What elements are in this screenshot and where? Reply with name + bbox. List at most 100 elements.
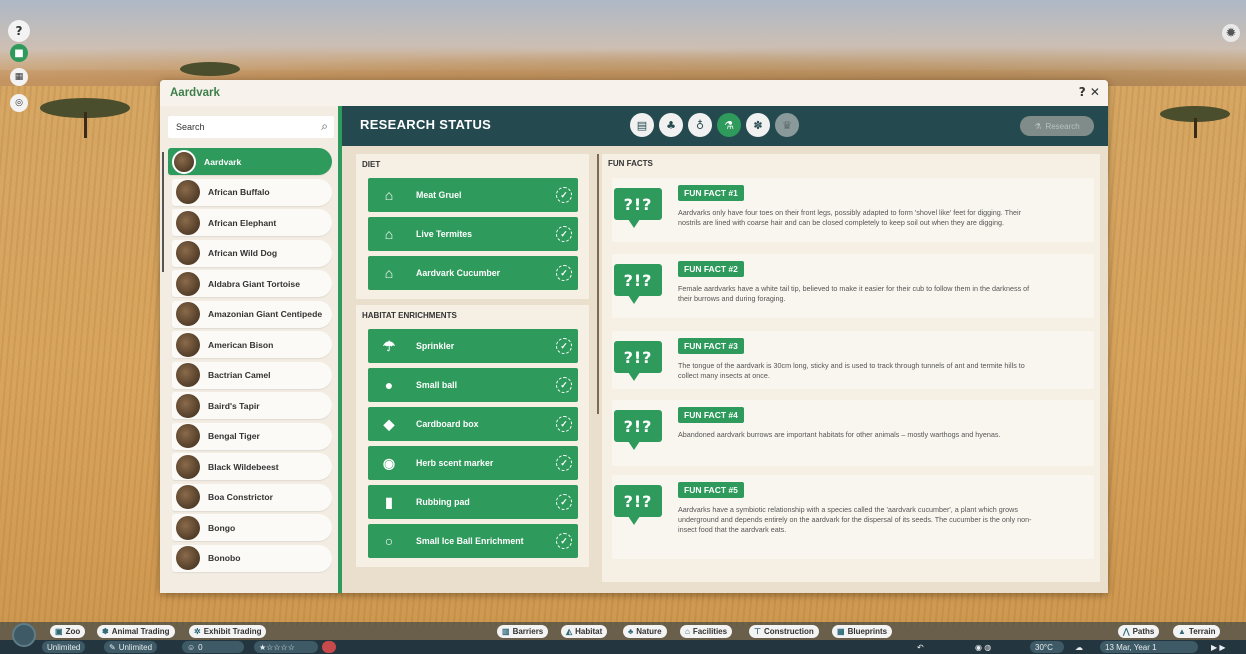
column-scrollbar[interactable] [597,154,599,414]
search-input[interactable]: Search ⌕ [168,116,334,138]
animal-list-item[interactable]: Bonobo [172,544,332,572]
item-label: Herb scent marker [416,458,494,468]
animal-list-item[interactable]: African Elephant [172,209,332,236]
blueprints-tab[interactable]: ▦ Blueprints [832,625,893,638]
enrichment-item[interactable]: ◆ Cardboard box ✓ [368,407,578,441]
research-status-title: RESEARCH STATUS [360,117,492,132]
trophy-icon[interactable]: ♛ [775,113,799,137]
animal-portrait-icon [176,393,200,418]
animal-trading-tab[interactable]: ✽ Animal Trading [97,625,175,638]
enrichment-item[interactable]: ☂ Sprinkler ✓ [368,329,578,363]
diet-item[interactable]: ⌂ Meat Gruel ✓ [368,178,578,212]
enrichment-item[interactable]: ▮ Rubbing pad ✓ [368,485,578,519]
animal-name: Aardvark [204,156,242,167]
zoopedia-window: Aardvark ? ✕ Search ⌕ Aardvark African Bu… [160,80,1108,593]
window-title: Aardvark [160,80,1108,106]
terrain-tab[interactable]: ▲ Terrain [1173,625,1221,638]
enrichment-item[interactable]: ○ Small Ice Ball Enrichment ✓ [368,524,578,558]
item-label: Rubbing pad [416,497,470,507]
animal-list-item[interactable]: Bongo [172,514,332,541]
animal-list-item[interactable]: Baird's Tapir [172,392,332,419]
settings-gear-icon[interactable]: ✹ [1222,24,1240,42]
animal-name: Bonobo [208,553,241,563]
check-icon: ✓ [556,377,572,393]
enrichment-item[interactable]: ● Small ball ✓ [368,368,578,402]
weather-icon: ☁ [1075,642,1083,652]
flask-icon[interactable]: ⚗ [717,113,741,137]
research-button[interactable]: ⚗ Research [1020,116,1094,136]
animal-list-item[interactable]: Bengal Tiger [172,422,332,450]
barriers-tab[interactable]: ▥ Barriers [497,625,549,638]
help-icon[interactable]: ? [8,20,30,42]
facilities-label: Facilities [692,627,728,636]
animal-portrait-icon [172,149,196,174]
animal-trading-label: Animal Trading [111,627,170,636]
zoo-tab[interactable]: ▣ Zoo [50,625,86,638]
calendar-icon[interactable]: ▦ [10,68,28,86]
animal-list-item[interactable]: African Wild Dog [172,239,332,267]
animal-portrait-icon [176,515,200,540]
nature-icon: ♣ [628,627,634,636]
game-speed-icon[interactable]: ▶ ▶ [1206,641,1242,653]
animal-list-item[interactable]: Aardvark [168,148,332,175]
acacia-tree [180,62,240,76]
paths-label: Paths [1132,627,1155,636]
barriers-icon: ▥ [502,627,510,636]
animal-list-item[interactable]: Amazonian Giant Centipede [172,300,332,328]
undo-icon[interactable]: ↶ [912,641,929,653]
tree-icon[interactable]: ♣ [659,113,683,137]
fun-facts-panel: FUN FACTS ?!? FUN FACT #1 Aardvarks only h… [602,154,1100,582]
search-icon[interactable]: ⌕ [321,119,328,134]
animal-list-item[interactable]: Black Wildebeest [172,453,332,480]
animal-list-item[interactable]: African Buffalo [172,178,332,206]
window-controls[interactable]: ? ✕ [1079,85,1100,99]
zoo-icon[interactable]: ■ [10,44,28,62]
check-icon: ✓ [556,338,572,354]
habitat-tab[interactable]: ◭ Habitat [561,625,608,638]
construction-tab[interactable]: ⊤ Construction [749,625,819,638]
enrichment-item[interactable]: ◉ Herb scent marker ✓ [368,446,578,480]
animal-list-panel: Search ⌕ Aardvark African Buffalo African … [160,106,342,593]
alert-icon[interactable] [322,641,336,653]
animal-list-item[interactable]: Aldabra Giant Tortoise [172,270,332,297]
fun-fact-title: FUN FACT #4 [678,407,744,423]
animal-list-item[interactable]: Boa Constrictor [172,483,332,511]
exhibit-trading-tab[interactable]: ✲ Exhibit Trading [189,625,267,638]
main-menu-button[interactable] [12,623,36,647]
research-button-label: Research [1045,121,1080,131]
animal-name: Boa Constrictor [208,492,273,502]
paw-icon[interactable]: ✽ [746,113,770,137]
check-icon: ✓ [556,494,572,510]
construction-icon: ⊤ [754,627,761,636]
check-icon: ✓ [556,187,572,203]
item-icon: ● [384,377,394,393]
nature-tab[interactable]: ♣ Nature [623,625,667,638]
paths-tab[interactable]: ⋀ Paths [1118,625,1160,638]
animal-list-item[interactable]: American Bison [172,331,332,358]
facilities-icon: ⌂ [685,627,690,636]
fun-fact-card: ?!? FUN FACT #2 Female aardvarks have a wh… [612,254,1094,318]
blueprints-label: Blueprints [847,627,888,636]
animal-list-item[interactable]: Bactrian Camel [172,361,332,389]
fun-fact-card: ?!? FUN FACT #3 The tongue of the aardvark… [612,331,1094,389]
facilities-tab[interactable]: ⌂ Facilities [680,625,733,638]
bag-icon[interactable]: ♁ [688,113,712,137]
diet-item[interactable]: ⌂ Live Termites ✓ [368,217,578,251]
check-icon: ✓ [556,226,572,242]
fun-fact-text: Aardvarks have a symbiotic relationship … [678,505,1032,534]
animal-list: Aardvark African Buffalo African Elephant A… [164,148,332,588]
fun-fact-bubble-icon: ?!? [614,485,662,525]
tree-trunk [84,112,87,138]
fun-fact-card: ?!? FUN FACT #5 Aardvarks have a symbiotic… [612,475,1094,559]
animal-portrait-icon [176,485,200,509]
animal-portrait-icon [176,241,200,265]
animal-portrait-icon [176,454,200,479]
search-placeholder: Search [176,122,205,132]
fun-fact-bubble-icon: ?!? [614,264,662,304]
camera-icon[interactable]: ◎ [10,94,28,112]
animal-portrait-icon [176,302,200,326]
terrain-icon: ▲ [1178,627,1186,636]
diet-item[interactable]: ⌂ Aardvark Cucumber ✓ [368,256,578,290]
notepad-icon[interactable]: ▤ [630,113,654,137]
camera-mode-icon[interactable]: ◉ ◍ [970,641,996,653]
